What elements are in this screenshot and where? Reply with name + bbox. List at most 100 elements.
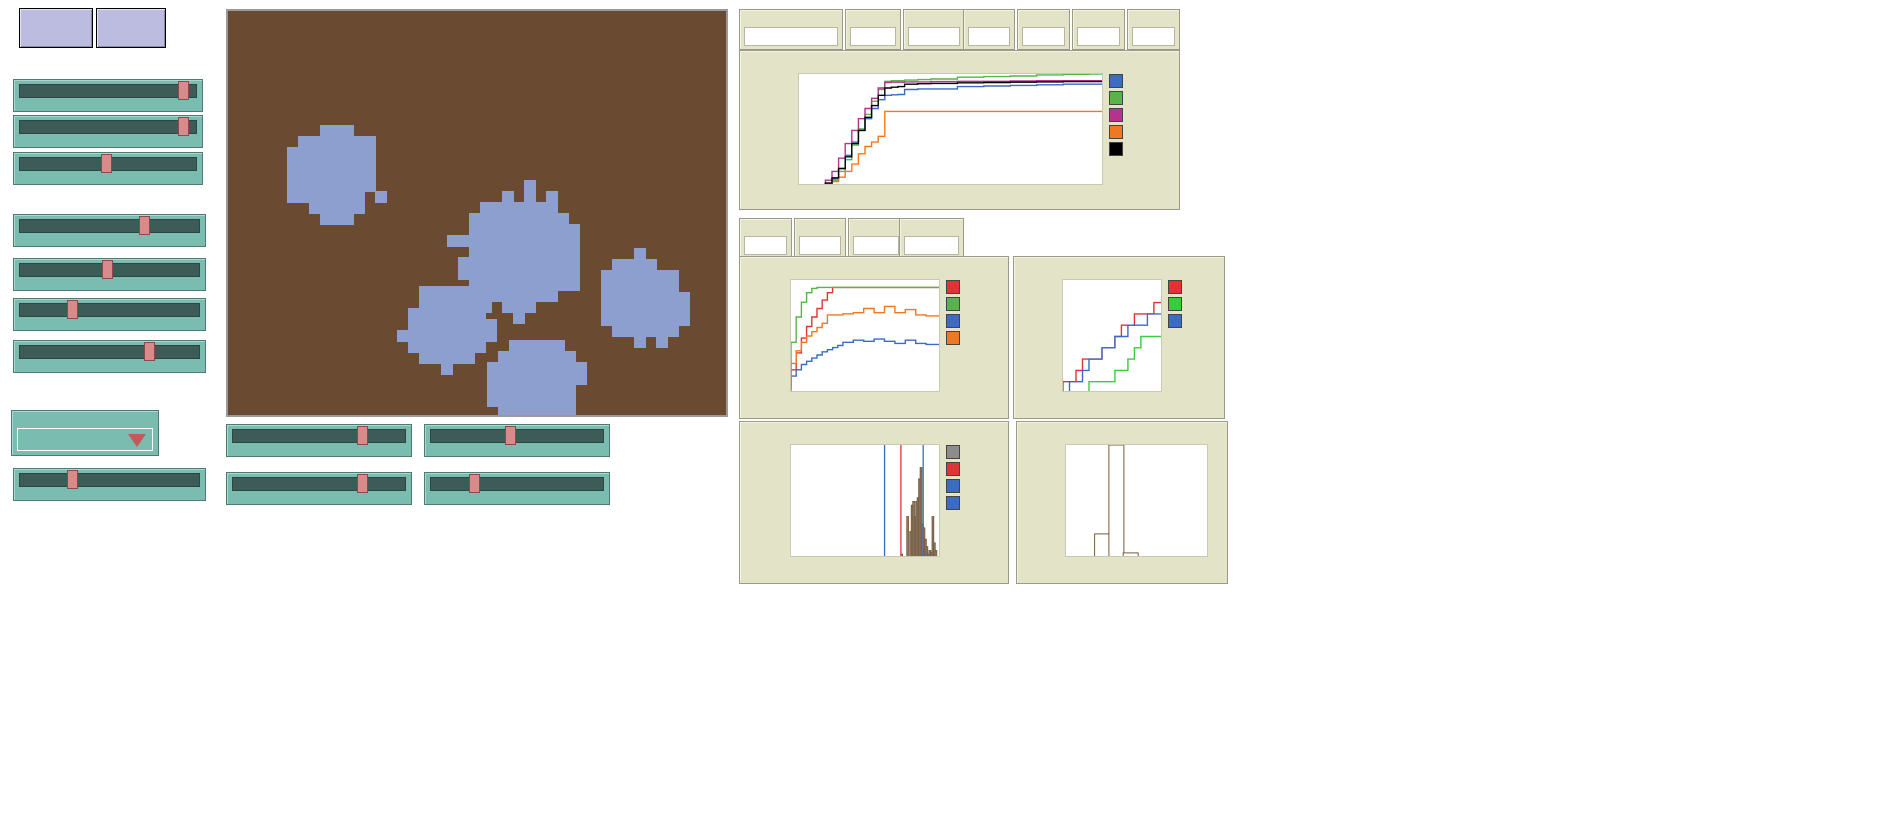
legend-swatch: [1109, 108, 1123, 122]
plot-events: [1013, 256, 1225, 419]
slider-track[interactable]: [19, 219, 200, 233]
monitor-economic: [899, 218, 964, 259]
series-line-moral: [791, 287, 940, 386]
legend-swatch: [946, 314, 960, 328]
legend-swatch: [1109, 125, 1123, 139]
legend-swatch: [1168, 280, 1182, 294]
legend-swatch: [946, 479, 960, 493]
monitor-southern: [1127, 9, 1180, 50]
monitor-value: [1022, 27, 1065, 46]
slider-moral-weight[interactable]: [226, 472, 412, 505]
legend-item: [1109, 73, 1181, 89]
slider-media-coverage[interactable]: [13, 258, 206, 291]
university-cluster-patch: [656, 336, 668, 348]
legend-item: [946, 495, 1012, 511]
slider-political-weight[interactable]: [424, 424, 610, 457]
plot-canvas: [1062, 279, 1162, 392]
university-cluster-patch: [524, 301, 536, 313]
slider-track[interactable]: [232, 477, 406, 491]
legend-swatch: [1109, 74, 1123, 88]
monitor-value: [1077, 27, 1120, 46]
plot-canvas: [1065, 444, 1208, 557]
slider-percent-female[interactable]: [13, 152, 203, 185]
series-line-political: [791, 339, 940, 389]
slider-thumb[interactable]: [178, 81, 189, 100]
university-cluster-patch: [441, 363, 453, 375]
slider-track[interactable]: [19, 345, 200, 359]
monitor-eastern: [1072, 9, 1125, 50]
chevron-down-icon: [128, 434, 146, 447]
monitor-value: [744, 27, 838, 46]
slider-thumb[interactable]: [139, 216, 150, 235]
university-cluster-patch: [375, 191, 387, 203]
slider-thumb[interactable]: [101, 154, 112, 173]
monitor-value: [850, 27, 896, 46]
slider-thumb[interactable]: [67, 300, 78, 319]
legend-swatch: [1168, 314, 1182, 328]
contract-duration-value[interactable]: [17, 428, 153, 451]
slider-track[interactable]: [430, 429, 604, 443]
legend-item: [1109, 90, 1181, 106]
slider-recuitment-campaign-intensity[interactable]: [13, 298, 206, 331]
histogram-bar: [1109, 445, 1124, 557]
university-cluster-patch: [513, 312, 525, 324]
slider-track[interactable]: [19, 120, 197, 134]
legend-item: [946, 478, 1012, 494]
slider-track[interactable]: [430, 477, 604, 491]
slider-track[interactable]: [19, 84, 197, 98]
slider-thumb[interactable]: [357, 426, 368, 445]
plot-legend: [946, 279, 1012, 347]
slider-track[interactable]: [19, 473, 200, 487]
plot-canvas: [790, 444, 940, 557]
slider-population-size[interactable]: [13, 115, 203, 148]
monitor-value: [744, 236, 787, 255]
go-button[interactable]: [96, 8, 166, 48]
slider-thumb[interactable]: [505, 426, 516, 445]
slider-track[interactable]: [232, 429, 406, 443]
slider-war-intensity[interactable]: [13, 214, 206, 247]
legend-item: [946, 313, 1012, 329]
legend-item: [946, 330, 1012, 346]
legend-swatch: [946, 297, 960, 311]
slider-thumb[interactable]: [178, 117, 189, 136]
plot-average-motivation: [739, 256, 1009, 419]
slider-thumb[interactable]: [67, 470, 78, 489]
slider-interaction-radius[interactable]: [13, 340, 206, 373]
legend-swatch: [946, 331, 960, 345]
legend-item: [1168, 279, 1228, 295]
contract-duration-chooser[interactable]: [11, 410, 159, 456]
monitor-male-pct: [845, 9, 901, 50]
monitor-value: [1132, 27, 1175, 46]
legend-swatch: [946, 462, 960, 476]
legend-swatch: [1168, 297, 1182, 311]
series-line-economic: [791, 306, 940, 391]
histogram-bar: [1095, 534, 1110, 557]
plot-legend: [946, 444, 1012, 512]
slider-economic-weight[interactable]: [424, 472, 610, 505]
slider-simulation-length[interactable]: [13, 79, 203, 112]
plot-regional: [739, 50, 1180, 210]
university-cluster-patch: [568, 279, 580, 291]
plot-canvas: [798, 73, 1103, 185]
legend-item: [946, 296, 1012, 312]
slider-study-service-compatibility[interactable]: [13, 468, 206, 501]
university-cluster-patch: [342, 213, 354, 225]
slider-social-weight[interactable]: [226, 424, 412, 457]
university-cluster-patch: [564, 406, 576, 417]
slider-thumb[interactable]: [102, 260, 113, 279]
legend-item: [1109, 141, 1181, 157]
setup-button[interactable]: [19, 8, 93, 48]
legend-swatch: [946, 280, 960, 294]
slider-thumb[interactable]: [357, 474, 368, 493]
slider-thumb[interactable]: [144, 342, 155, 361]
plot-legend: [1109, 73, 1181, 158]
monitor-value: [799, 236, 841, 255]
series-line-political: [1063, 314, 1162, 392]
slider-track[interactable]: [19, 303, 200, 317]
monitor-political: [848, 218, 904, 259]
plot-peers-joined: [1016, 421, 1228, 584]
university-cluster-patch: [546, 290, 558, 302]
slider-thumb[interactable]: [469, 474, 480, 493]
world-view[interactable]: [226, 9, 728, 417]
legend-item: [946, 461, 1012, 477]
